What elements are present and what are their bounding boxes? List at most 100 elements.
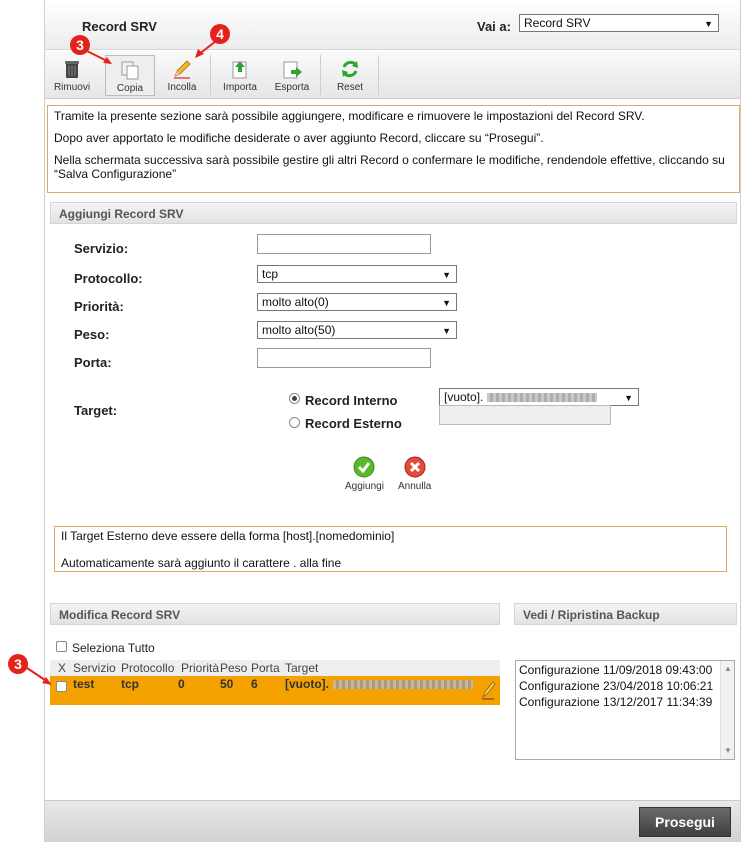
col-x: X	[58, 661, 67, 675]
importa-label: Importa	[223, 82, 257, 93]
import-icon	[232, 61, 247, 79]
annotation-badge-4: 4	[210, 24, 230, 44]
note-line-2: Automaticamente sarà aggiunto il caratte…	[61, 556, 342, 570]
priorita-value: molto alto(0)	[262, 295, 329, 309]
info-line-3: Nella schermata successiva sarà possibil…	[54, 153, 725, 181]
backup-section-header: Vedi / Ripristina Backup	[514, 603, 737, 625]
select-all-label: Seleziona Tutto	[72, 641, 155, 655]
target-interno-select[interactable]: [vuoto]. ▼	[439, 388, 639, 406]
copia-label: Copia	[116, 83, 144, 94]
protocollo-label: Protocollo:	[74, 271, 143, 286]
toolbar-separator	[320, 55, 321, 95]
reset-button[interactable]: Reset	[325, 55, 375, 96]
table-header: X Servizio Protocollo Priorità Peso Port…	[50, 660, 500, 676]
scroll-down-icon[interactable]: ▼	[724, 743, 732, 759]
col-servizio: Servizio	[73, 661, 116, 675]
note-line-1: Il Target Esterno deve essere della form…	[61, 529, 395, 543]
col-target: Target	[285, 661, 319, 675]
edit-pencil-icon[interactable]	[480, 678, 496, 700]
vai-a-select[interactable]: Record SRV ▼	[519, 14, 719, 32]
chevron-down-icon: ▼	[442, 270, 451, 280]
row-target: [vuoto].	[285, 677, 329, 691]
row-priorita: 0	[178, 677, 185, 691]
backup-item[interactable]: Configurazione 11/09/2018 09:43:00	[519, 662, 731, 678]
peso-value: molto alto(50)	[262, 323, 336, 337]
main-panel: Record SRV Vai a: Record SRV ▼ Rimuovi C…	[44, 0, 741, 842]
aggiungi-label: Aggiungi	[345, 481, 384, 492]
priorita-select[interactable]: molto alto(0) ▼	[257, 293, 457, 311]
vai-a-label: Vai a:	[477, 19, 511, 34]
record-esterno-radio[interactable]	[289, 417, 300, 428]
vai-a-selected-value: Record SRV	[524, 16, 591, 30]
col-priorita: Priorità	[181, 661, 220, 675]
annotation-badge-3: 3	[70, 35, 90, 55]
info-line-1: Tramite la presente sezione sarà possibi…	[54, 109, 645, 123]
row-protocollo: tcp	[121, 677, 139, 691]
trash-icon	[65, 61, 79, 78]
annulla-button[interactable]	[404, 456, 426, 478]
export-icon	[283, 61, 302, 79]
footer-bar: Prosegui	[45, 800, 740, 842]
row-peso: 50	[220, 677, 234, 691]
refresh-icon	[342, 60, 358, 78]
row-checkbox[interactable]	[56, 681, 67, 692]
chevron-down-icon: ▼	[442, 298, 451, 308]
target-label: Target:	[74, 403, 118, 418]
chevron-down-icon: ▼	[704, 19, 713, 29]
priorita-label: Priorità:	[74, 299, 124, 314]
target-esterno-input[interactable]	[439, 405, 611, 425]
toolbar-separator	[210, 55, 211, 95]
aggiungi-button[interactable]	[353, 456, 375, 478]
backup-item[interactable]: Configurazione 23/04/2018 10:06:21	[519, 678, 731, 694]
modify-section-header: Modifica Record SRV	[50, 603, 500, 625]
col-porta: Porta	[251, 661, 280, 675]
chevron-down-icon: ▼	[624, 393, 633, 403]
porta-input[interactable]	[257, 348, 431, 368]
peso-select[interactable]: molto alto(50) ▼	[257, 321, 457, 339]
scroll-up-icon[interactable]: ▲	[724, 661, 732, 677]
add-section-header: Aggiungi Record SRV	[50, 202, 737, 224]
servizio-input[interactable]	[257, 234, 431, 254]
col-protocollo: Protocollo	[121, 661, 175, 675]
prosegui-button[interactable]: Prosegui	[639, 807, 731, 837]
esporta-label: Esporta	[274, 82, 310, 93]
copy-icon	[121, 61, 139, 80]
row-servizio: test	[73, 677, 95, 691]
col-peso: Peso	[220, 661, 248, 675]
annulla-label: Annulla	[398, 481, 432, 492]
toolbar: Rimuovi Copia Incolla Importa Esporta Re…	[45, 51, 740, 99]
page-title: Record SRV	[82, 19, 157, 34]
protocollo-select[interactable]: tcp ▼	[257, 265, 457, 283]
info-box: Tramite la presente sezione sarà possibi…	[47, 105, 740, 193]
table-row[interactable]: test tcp 0 50 6 [vuoto].	[50, 676, 500, 705]
record-interno-label: Record Interno	[305, 393, 398, 408]
backup-scrollbar[interactable]: ▲ ▼	[720, 661, 734, 759]
note-box: Il Target Esterno deve essere della form…	[54, 526, 727, 572]
chevron-down-icon: ▼	[442, 326, 451, 336]
row-porta: 6	[251, 677, 258, 691]
servizio-label: Servizio:	[74, 241, 129, 256]
redacted-domain	[486, 393, 597, 403]
porta-label: Porta:	[74, 355, 112, 370]
reset-label: Reset	[336, 82, 364, 93]
incolla-label: Incolla	[167, 82, 197, 93]
importa-button[interactable]: Importa	[215, 55, 265, 96]
header-bar: Record SRV Vai a: Record SRV ▼	[45, 0, 740, 50]
backup-list[interactable]: Configurazione 11/09/2018 09:43:00 Confi…	[515, 660, 735, 760]
target-interno-value: [vuoto].	[444, 390, 484, 404]
record-interno-radio[interactable]	[289, 393, 300, 404]
incolla-button[interactable]: Incolla	[157, 55, 207, 96]
record-esterno-label: Record Esterno	[305, 416, 402, 431]
peso-label: Peso:	[74, 327, 110, 342]
pencil-icon	[174, 60, 191, 79]
esporta-button[interactable]: Esporta	[267, 55, 317, 96]
annotation-arrow	[86, 50, 112, 64]
select-all-checkbox[interactable]	[56, 641, 67, 652]
backup-item[interactable]: Configurazione 13/12/2017 11:34:39	[519, 694, 731, 710]
toolbar-separator	[378, 55, 379, 95]
info-line-2: Dopo aver apportato le modifiche desider…	[54, 131, 544, 145]
redacted-domain	[333, 680, 473, 689]
annotation-badge-3-row: 3	[8, 654, 28, 674]
rimuovi-label: Rimuovi	[53, 82, 91, 93]
protocollo-value: tcp	[262, 267, 279, 281]
